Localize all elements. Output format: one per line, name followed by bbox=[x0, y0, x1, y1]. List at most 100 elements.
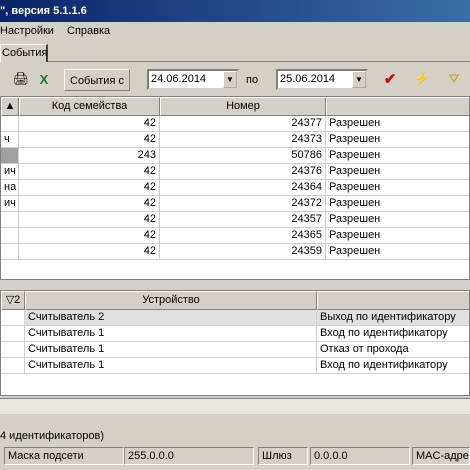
table-row[interactable]: Считыватель 1 Вход по идентификатору bbox=[1, 358, 469, 374]
row-name-fragment bbox=[1, 244, 19, 260]
row-marker bbox=[1, 326, 25, 342]
family-code-cell: 42 bbox=[19, 116, 160, 132]
status-cell: Разрешен bbox=[326, 132, 469, 148]
status-ids: 4 идентификаторов) bbox=[0, 426, 470, 446]
col-number[interactable]: Номер bbox=[160, 97, 326, 116]
date-to-field[interactable]: 25.06.2014 ▼ bbox=[276, 69, 368, 90]
status-cell: Разрешен bbox=[326, 148, 469, 164]
event-cell: Отказ от прохода bbox=[317, 342, 469, 358]
status-cell: Разрешен bbox=[326, 212, 469, 228]
number-cell: 24357 bbox=[160, 212, 326, 228]
toolbar: 🖨 X События с 24.06.2014 ▼ по 25.06.2014… bbox=[0, 66, 470, 94]
device-cell: Считыватель 1 bbox=[25, 358, 317, 374]
row-name-fragment: ч bbox=[1, 132, 19, 148]
number-cell: 24376 bbox=[160, 164, 326, 180]
family-code-cell: 42 bbox=[19, 132, 160, 148]
number-cell: 24364 bbox=[160, 180, 326, 196]
tab-events[interactable]: События bbox=[0, 44, 48, 62]
row-marker bbox=[1, 342, 25, 358]
table-row[interactable]: 42 24357 Разрешен bbox=[1, 212, 469, 228]
row-name-fragment bbox=[1, 212, 19, 228]
apply-check-icon[interactable]: ✔ bbox=[379, 68, 401, 90]
to-label: по bbox=[246, 74, 259, 86]
family-code-cell: 42 bbox=[19, 212, 160, 228]
device-cell: Считыватель 2 bbox=[25, 310, 317, 326]
family-code-cell: 42 bbox=[19, 228, 160, 244]
col-device[interactable]: Устройство bbox=[25, 291, 317, 310]
events-from-label: События с bbox=[64, 69, 130, 91]
row-name-fragment: ич bbox=[1, 164, 19, 180]
device-cell: Считыватель 1 bbox=[25, 342, 317, 358]
col-family-code[interactable]: Код семейства bbox=[19, 97, 160, 116]
number-cell: 24373 bbox=[160, 132, 326, 148]
table-row[interactable]: 42 24377 Разрешен bbox=[1, 116, 469, 132]
row-name-fragment: ич bbox=[1, 196, 19, 212]
family-code-cell: 42 bbox=[19, 196, 160, 212]
family-code-cell: 42 bbox=[19, 244, 160, 260]
family-code-cell: 42 bbox=[19, 164, 160, 180]
table-row[interactable]: 42 24365 Разрешен bbox=[1, 228, 469, 244]
row-marker bbox=[1, 310, 25, 326]
row-name-fragment bbox=[1, 228, 19, 244]
status-cell: Разрешен bbox=[326, 180, 469, 196]
status-cell: Разрешен bbox=[326, 228, 469, 244]
horizontal-scrollbar[interactable] bbox=[0, 398, 470, 414]
table-row[interactable]: ич 42 24376 Разрешен bbox=[1, 164, 469, 180]
family-code-cell: 243 bbox=[19, 148, 160, 164]
window-title-bar: ", версия 5.1.1.6 bbox=[0, 0, 470, 22]
col-status[interactable] bbox=[326, 97, 469, 116]
table-row[interactable]: ич 42 24372 Разрешен bbox=[1, 196, 469, 212]
number-cell: 24359 bbox=[160, 244, 326, 260]
event-cell: Выход по идентификатору bbox=[317, 310, 469, 326]
device-cell: Считыватель 1 bbox=[25, 326, 317, 342]
menu-settings[interactable]: Настройки bbox=[0, 25, 54, 37]
number-cell: 24372 bbox=[160, 196, 326, 212]
status-bar: Маска подсети 255.0.0.0 Шлюз 0.0.0.0 MAC… bbox=[0, 446, 470, 466]
table-row[interactable]: 243 50786 Разрешен bbox=[1, 148, 469, 164]
devices-table: ▽2 Устройство Считыватель 2 Выход по иден… bbox=[0, 290, 470, 396]
window-title: ", версия 5.1.1.6 bbox=[0, 5, 87, 17]
filter-icon[interactable]: ⛛ bbox=[443, 68, 465, 90]
number-cell: 24377 bbox=[160, 116, 326, 132]
sort-indicator-label: 2 bbox=[14, 294, 21, 306]
table-row[interactable]: Считыватель 1 Вход по идентификатору bbox=[1, 326, 469, 342]
mask-value: 255.0.0.0 bbox=[124, 447, 254, 465]
chevron-down-icon[interactable]: ▼ bbox=[223, 71, 237, 88]
date-from-field[interactable]: 24.06.2014 ▼ bbox=[147, 69, 239, 90]
event-cell: Вход по идентификатору bbox=[317, 358, 469, 374]
gateway-label: Шлюз bbox=[258, 447, 308, 465]
tab-events-label: События bbox=[2, 47, 48, 59]
mask-label: Маска подсети bbox=[4, 447, 124, 465]
gateway-value: 0.0.0.0 bbox=[310, 447, 410, 465]
col-event[interactable] bbox=[317, 291, 469, 310]
table-row[interactable]: 42 24359 Разрешен bbox=[1, 244, 469, 260]
status-cell: Разрешен bbox=[326, 164, 469, 180]
menu-help[interactable]: Справка bbox=[67, 25, 110, 37]
status-cell: Разрешен bbox=[326, 244, 469, 260]
mac-label: MAC-адре bbox=[412, 447, 470, 465]
table-row[interactable]: Считыватель 1 Отказ от прохода bbox=[1, 342, 469, 358]
number-cell: 50786 bbox=[160, 148, 326, 164]
print-icon[interactable]: 🖨 bbox=[10, 68, 32, 90]
excel-export-icon[interactable]: X bbox=[33, 68, 55, 90]
table-row[interactable]: Считыватель 2 Выход по идентификатору bbox=[1, 310, 469, 326]
date-to-value: 25.06.2014 bbox=[280, 73, 336, 85]
chevron-down-icon[interactable]: ▼ bbox=[352, 71, 366, 88]
date-from-value: 24.06.2014 bbox=[151, 73, 207, 85]
sort-indicator[interactable]: ▽2 bbox=[1, 291, 25, 310]
number-cell: 24365 bbox=[160, 228, 326, 244]
row-marker bbox=[1, 358, 25, 374]
menu-bar: Настройки Справка bbox=[0, 22, 470, 40]
sort-arrow-icon[interactable]: ▲ bbox=[1, 97, 19, 116]
status-cell: Разрешен bbox=[326, 196, 469, 212]
events-table: ▲ Код семейства Номер 42 24377 Разрешен ч 42… bbox=[0, 96, 470, 280]
family-code-cell: 42 bbox=[19, 180, 160, 196]
table-row[interactable]: на 42 24364 Разрешен bbox=[1, 180, 469, 196]
event-cell: Вход по идентификатору bbox=[317, 326, 469, 342]
status-cell: Разрешен bbox=[326, 116, 469, 132]
row-name-fragment bbox=[1, 148, 19, 164]
tab-strip: События bbox=[0, 40, 470, 62]
table-row[interactable]: ч 42 24373 Разрешен bbox=[1, 132, 469, 148]
lightning-icon[interactable]: ⚡ bbox=[411, 68, 433, 90]
row-name-fragment bbox=[1, 116, 19, 132]
